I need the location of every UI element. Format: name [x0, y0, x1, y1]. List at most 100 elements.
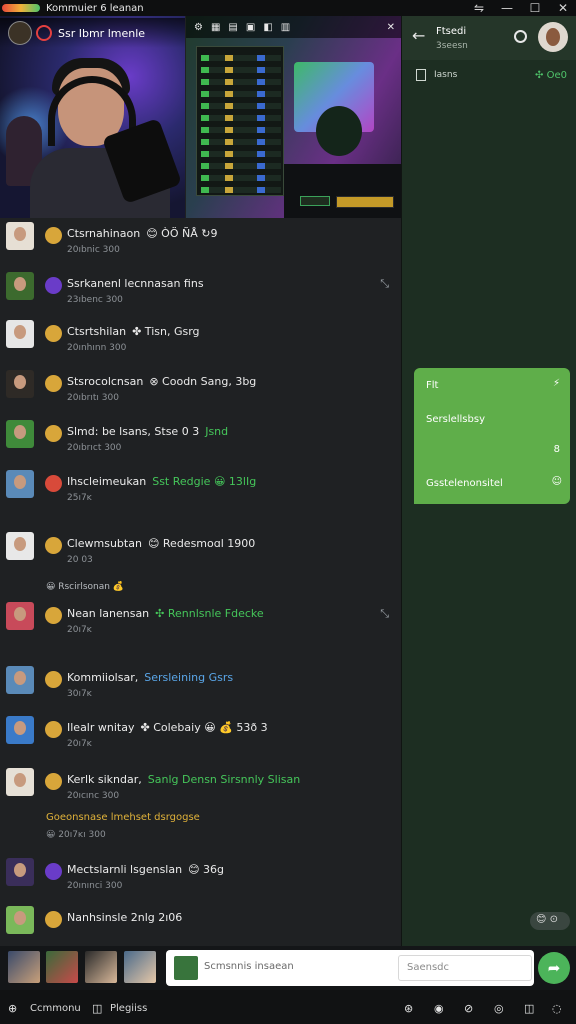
- game-badge: [300, 196, 330, 206]
- plugins-icon[interactable]: ◫: [92, 1002, 102, 1015]
- user-avatar[interactable]: [6, 320, 34, 348]
- expand-icon[interactable]: ⤡: [380, 607, 389, 621]
- user-avatar[interactable]: [6, 370, 34, 398]
- user-avatar[interactable]: [6, 716, 34, 744]
- back-arrow-icon[interactable]: ←: [412, 26, 425, 45]
- webcam-video[interactable]: Ssr Ibmr lmenle: [0, 16, 185, 218]
- close-stream-icon[interactable]: ✕: [387, 22, 395, 33]
- thumbnail[interactable]: [8, 951, 40, 983]
- app-logo: [2, 4, 40, 12]
- message-input-box[interactable]: Scmsnnis insaean Saensdc: [166, 950, 534, 986]
- maximize-button[interactable]: ☐: [528, 1, 542, 15]
- username[interactable]: Ssrkanenl lecnnasan fins: [67, 277, 204, 290]
- chart-icon[interactable]: ▥: [281, 22, 290, 33]
- game-badge-gold: [336, 196, 394, 208]
- username[interactable]: Nanhsinsle 2nlg 2ı06: [67, 911, 182, 924]
- game-scoreboard: [196, 46, 284, 196]
- username[interactable]: Mectslarnli lsgenslan: [67, 863, 182, 876]
- timestamp: 30ı7ĸ: [67, 689, 92, 699]
- minimize-button[interactable]: —: [500, 1, 514, 15]
- reaction-icon[interactable]: ☺: [552, 476, 562, 487]
- thumbnail[interactable]: [46, 951, 78, 983]
- attachment-icon[interactable]: [174, 956, 198, 980]
- username[interactable]: Kommiiolsar,: [67, 671, 138, 684]
- user-avatar[interactable]: [6, 666, 34, 694]
- layout-icon[interactable]: ▣: [246, 22, 255, 33]
- user-avatar[interactable]: [6, 906, 34, 934]
- user-avatar[interactable]: [6, 602, 34, 630]
- restore-icon[interactable]: ⇋: [472, 1, 486, 15]
- search-field[interactable]: Saensdc: [398, 955, 532, 981]
- side-chat-subbar: Iasns ✣ Oe0: [402, 60, 576, 90]
- thumbnail[interactable]: [124, 951, 156, 983]
- bottom-bar: ⊕ Ccmmonu ◫ Plegiiss ⊛ ◉ ⊘ ◎ ◫ ◌: [0, 990, 576, 1024]
- badge-icon: [45, 425, 62, 442]
- community-label[interactable]: Ccmmonu: [30, 1003, 81, 1014]
- thumbnail[interactable]: [85, 951, 117, 983]
- help-icon[interactable]: ◌: [552, 1002, 562, 1015]
- username[interactable]: Clewmsubtan: [67, 537, 142, 550]
- grid-icon[interactable]: ▦: [211, 22, 220, 33]
- contact-avatar[interactable]: [538, 22, 568, 52]
- close-button[interactable]: ✕: [556, 1, 570, 15]
- status-badge: ✣ Oe0: [535, 69, 567, 81]
- record-icon[interactable]: ◎: [494, 1002, 504, 1015]
- streamer-avatar[interactable]: [8, 21, 32, 45]
- layers-icon[interactable]: ◧: [263, 22, 272, 33]
- tab-label[interactable]: Iasns: [434, 70, 457, 80]
- username[interactable]: Ilealr wnitay: [67, 721, 134, 734]
- scroll-chip[interactable]: 😊 ⊙: [530, 912, 570, 930]
- badge-icon: [45, 325, 62, 342]
- clock-icon[interactable]: [514, 30, 527, 43]
- user-avatar[interactable]: [6, 272, 34, 300]
- message-text: Stsrocolcnsan ⊗ Coodn Sang, 3bg: [67, 375, 256, 388]
- badge-icon: [45, 537, 62, 554]
- badge-icon: [45, 773, 62, 790]
- username[interactable]: Stsrocolcnsan: [67, 375, 143, 388]
- user-avatar[interactable]: [6, 222, 34, 250]
- message-input[interactable]: Scmsnnis insaean: [204, 961, 294, 972]
- username[interactable]: Kerlk sikndar,: [67, 773, 142, 786]
- user-avatar[interactable]: [6, 420, 34, 448]
- message-content: Sst Redgie 😀 13lIg: [152, 475, 257, 488]
- message-bubble[interactable]: Flt ⚡ Serslellsbsy 8 Gsstelenonsitel ☺: [414, 368, 570, 504]
- user-avatar[interactable]: [6, 470, 34, 498]
- community-icon[interactable]: ⊕: [8, 1002, 17, 1015]
- message-text: Ctsrtshilan ✤ Tisn, Gsrg: [67, 325, 200, 338]
- username[interactable]: Ctsrtshilan: [67, 325, 126, 338]
- username[interactable]: Slmd: be lsans, Stse 0 3: [67, 425, 199, 438]
- settings-icon[interactable]: ⚙: [194, 22, 203, 33]
- film-icon[interactable]: ▤: [228, 22, 237, 33]
- username[interactable]: Nean lanensan: [67, 607, 149, 620]
- bubble-count: 8: [553, 444, 560, 455]
- badge-icon: [45, 607, 62, 624]
- window-icon[interactable]: ◫: [524, 1002, 534, 1015]
- message-text: Mectslarnli lsgenslan 😊 36g: [67, 863, 224, 876]
- camera-icon[interactable]: ◉: [434, 1002, 444, 1015]
- message-text: Kerlk sikndar, Sanlg Densn Sirsnnly Slisa…: [67, 773, 300, 786]
- username[interactable]: Ctsrnahinaon: [67, 227, 140, 240]
- title-bar: Kommuier 6 leanan ⇋ — ☐ ✕: [0, 0, 576, 16]
- mute-icon[interactable]: ⊘: [464, 1002, 473, 1015]
- settings-icon[interactable]: ⊛: [404, 1002, 413, 1015]
- badge-icon: [45, 227, 62, 244]
- chat-panel: Ssr Ibmr lmenle ⚙ ▦ ▤ ▣ ◧ ▥ ✕ Ctsrnahina…: [0, 16, 401, 946]
- side-chat-subtitle: 3seesn: [436, 41, 468, 51]
- send-button[interactable]: ➦: [538, 952, 570, 984]
- message-text: Ssrkanenl lecnnasan fins: [67, 277, 204, 290]
- message-content: ✣ Rennlsnle Fdecke: [155, 607, 264, 620]
- badge-icon: [45, 671, 62, 688]
- camera-label: Ssr Ibmr lmenle: [58, 26, 146, 40]
- user-avatar[interactable]: [6, 768, 34, 796]
- plugins-label[interactable]: Plegiiss: [110, 1003, 147, 1014]
- timestamp: 20ıbnic 300: [67, 245, 120, 255]
- user-avatar[interactable]: [6, 858, 34, 886]
- expand-icon[interactable]: ⤡: [380, 277, 389, 291]
- live-icon: [36, 25, 52, 41]
- document-icon[interactable]: [416, 69, 426, 81]
- user-avatar[interactable]: [6, 532, 34, 560]
- bubble-line-1: Flt: [426, 380, 439, 391]
- game-video[interactable]: ⚙ ▦ ▤ ▣ ◧ ▥ ✕: [186, 16, 401, 218]
- username[interactable]: Ihscleimeukan: [67, 475, 146, 488]
- badge-icon: [45, 863, 62, 880]
